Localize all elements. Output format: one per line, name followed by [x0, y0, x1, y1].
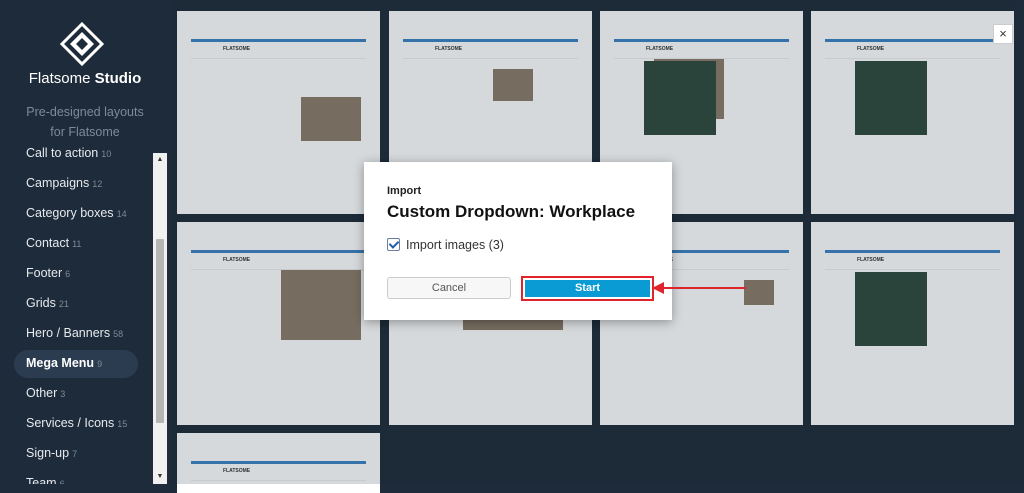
category-name: Campaigns: [26, 176, 90, 190]
sidebar-category-item[interactable]: Sign-up 7: [0, 438, 150, 468]
category-count: 6: [59, 479, 65, 484]
category-count: 10: [101, 149, 112, 159]
sidebar-category-item[interactable]: Call to action 10: [0, 144, 150, 168]
dialog-subtitle: Import: [387, 185, 422, 197]
category-name: Mega Menu: [26, 356, 95, 370]
category-count: 58: [113, 329, 124, 339]
category-scrollbar[interactable]: ▲ ▼: [153, 153, 167, 484]
category-name: Contact: [26, 236, 70, 250]
category-count: 11: [72, 239, 82, 249]
flatsome-logo-icon: [60, 22, 104, 66]
category-count: 12: [92, 179, 103, 189]
category-count: 9: [97, 359, 103, 369]
start-button[interactable]: Start: [525, 280, 650, 297]
sidebar-category-item[interactable]: Other 3: [0, 378, 150, 408]
tagline-line-1: Pre-designed layouts: [26, 105, 144, 119]
category-name: Team: [26, 476, 57, 484]
scrollbar-thumb[interactable]: [156, 239, 164, 423]
scroll-down-arrow-icon[interactable]: ▼: [153, 470, 167, 484]
import-images-checkbox[interactable]: [387, 238, 400, 251]
sidebar-category-item[interactable]: Hero / Banners 58: [0, 318, 150, 348]
sidebar-category-item[interactable]: Team 6: [0, 468, 150, 484]
sidebar-category-item[interactable]: Contact 11: [0, 228, 150, 258]
sidebar-brand: Flatsome Studio: [0, 70, 170, 87]
sidebar-category-item[interactable]: Campaigns 12: [0, 168, 150, 198]
category-name: Footer: [26, 266, 63, 280]
category-name: Category boxes: [26, 206, 114, 220]
category-count: 3: [60, 389, 66, 399]
category-list: Call to action 10 Campaigns 12 Category boxe…: [0, 144, 150, 484]
sidebar-category-item[interactable]: Category boxes 14: [0, 198, 150, 228]
sidebar-category-item[interactable]: Services / Icons 15: [0, 408, 150, 438]
brand-bold: Studio: [94, 70, 142, 87]
import-images-label[interactable]: Import images (3): [406, 238, 504, 252]
sidebar-category-item[interactable]: Grids 21: [0, 288, 150, 318]
import-dialog: Import Custom Dropdown: Workplace Import…: [364, 162, 672, 320]
category-name: Sign-up: [26, 446, 70, 460]
category-count: 21: [58, 299, 69, 309]
annotation-arrow-icon: [652, 282, 746, 294]
category-name: Call to action: [26, 146, 99, 160]
sidebar-category-item[interactable]: Footer 6: [0, 258, 150, 288]
dialog-title: Custom Dropdown: Workplace: [387, 202, 636, 221]
brand-light: Flatsome: [28, 70, 91, 87]
sidebar: Flatsome Studio Pre-designed layouts for…: [0, 0, 170, 484]
category-name: Services / Icons: [26, 416, 115, 430]
category-count: 6: [65, 269, 71, 279]
start-button-highlight: Start: [521, 276, 654, 301]
category-name: Other: [26, 386, 58, 400]
category-name: Grids: [26, 296, 56, 310]
sidebar-category-item[interactable]: Mega Menu 9: [0, 348, 150, 378]
tagline-line-2: for Flatsome: [50, 125, 120, 139]
sidebar-tagline: Pre-designed layouts for Flatsome: [0, 102, 170, 142]
category-count: 15: [117, 419, 128, 429]
scroll-up-arrow-icon[interactable]: ▲: [153, 153, 167, 167]
category-name: Hero / Banners: [26, 326, 111, 340]
category-count: 14: [116, 209, 127, 219]
cancel-button[interactable]: Cancel: [387, 277, 511, 299]
close-button[interactable]: ×: [993, 24, 1013, 44]
category-count: 7: [72, 449, 78, 459]
